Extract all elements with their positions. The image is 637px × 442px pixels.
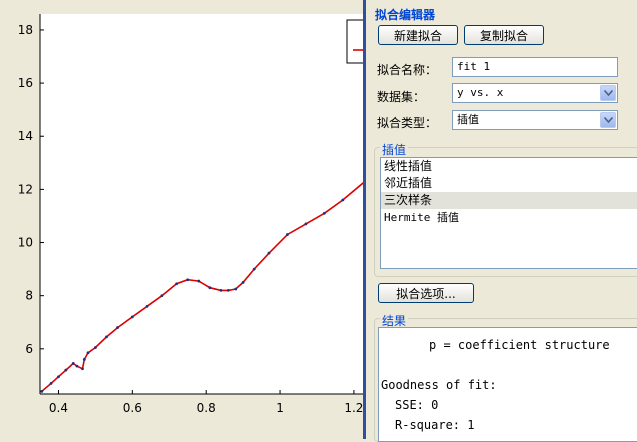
- y-tick-label: 12: [18, 182, 33, 196]
- data-point: [145, 304, 149, 308]
- data-point: [208, 286, 212, 290]
- fit-type-select[interactable]: 插值: [452, 110, 618, 130]
- plot-background: [40, 14, 365, 394]
- y-tick-label: 8: [25, 289, 33, 303]
- new-fit-button[interactable]: 新建拟合: [378, 25, 458, 45]
- data-point: [286, 233, 289, 236]
- copy-fit-button[interactable]: 复制拟合: [464, 25, 544, 45]
- fit-name-field[interactable]: fit 1: [452, 57, 618, 77]
- fit-editor-panel: 拟合编辑器 新建拟合 复制拟合 拟合名称： fit 1 数据集： y vs. x…: [363, 0, 637, 442]
- list-item[interactable]: 邻近插值: [381, 175, 637, 192]
- y-tick-label: 10: [18, 236, 33, 250]
- results-line: R-square: 1: [395, 418, 475, 432]
- data-point: [40, 389, 44, 393]
- data-point: [226, 288, 230, 292]
- data-point: [267, 251, 271, 255]
- results-line: SSE: 0: [395, 398, 439, 412]
- fit-type-label: 拟合类型：: [377, 116, 438, 130]
- y-tick-label: 6: [25, 342, 33, 356]
- data-point: [116, 326, 119, 329]
- interp-method-list[interactable]: 线性插值 邻近插值 三次样条 Hermite 插值: [380, 157, 637, 269]
- x-tick-label: 0.8: [197, 401, 216, 415]
- data-point: [81, 367, 84, 371]
- interp-group-title: 插值: [380, 141, 409, 158]
- dataset-label: 数据集：: [377, 90, 426, 104]
- data-point: [64, 368, 68, 372]
- y-tick-label: 16: [18, 76, 33, 90]
- data-point: [57, 375, 60, 379]
- data-point: [160, 294, 164, 298]
- data-point: [304, 222, 308, 226]
- x-tick-label: 1.2: [344, 401, 363, 415]
- fit-name-label: 拟合名称：: [377, 63, 438, 77]
- data-point: [82, 358, 86, 361]
- line-chart: 0.4 0.6 0.8 1 1.2 6 8 10 12 14 16 18: [18, 14, 365, 415]
- data-point: [341, 198, 345, 202]
- dataset-select[interactable]: y vs. x: [452, 83, 618, 103]
- data-point: [49, 381, 53, 385]
- list-item[interactable]: 线性插值: [381, 158, 637, 175]
- data-point: [93, 346, 97, 349]
- data-point: [322, 211, 326, 215]
- chevron-down-icon[interactable]: [600, 112, 616, 128]
- data-point: [175, 282, 179, 286]
- results-line: Goodness of fit:: [381, 378, 497, 392]
- data-point: [186, 278, 190, 282]
- y-tick-label: 14: [18, 129, 33, 143]
- data-point: [71, 362, 75, 365]
- list-item-selected[interactable]: 三次样条: [381, 192, 637, 209]
- fit-type-selected-value: 插值: [457, 113, 479, 126]
- data-point: [241, 280, 245, 284]
- data-point: [105, 335, 108, 339]
- results-text-area[interactable]: p = coefficient structure Goodness of fi…: [378, 327, 637, 442]
- dataset-selected-value: y vs. x: [457, 86, 504, 99]
- data-point: [219, 288, 223, 292]
- results-line: p = coefficient structure: [429, 338, 610, 352]
- y-tick-label: 18: [18, 23, 33, 37]
- data-point: [252, 267, 256, 271]
- x-tick-label: 1: [276, 401, 284, 415]
- fit-options-button[interactable]: 拟合选项...: [378, 283, 474, 303]
- fit-editor-title: 拟合编辑器: [375, 8, 436, 22]
- data-point: [130, 315, 134, 319]
- data-point: [234, 287, 238, 291]
- plot-area[interactable]: 0.4 0.6 0.8 1 1.2 6 8 10 12 14 16 18: [0, 0, 365, 439]
- x-tick-label: 0.6: [123, 401, 142, 415]
- x-tick-label: 0.4: [49, 401, 68, 415]
- data-point: [86, 351, 90, 355]
- chevron-down-icon[interactable]: [600, 85, 616, 101]
- data-point: [197, 279, 201, 283]
- list-item[interactable]: Hermite 插值: [381, 209, 637, 226]
- data-point: [75, 364, 79, 368]
